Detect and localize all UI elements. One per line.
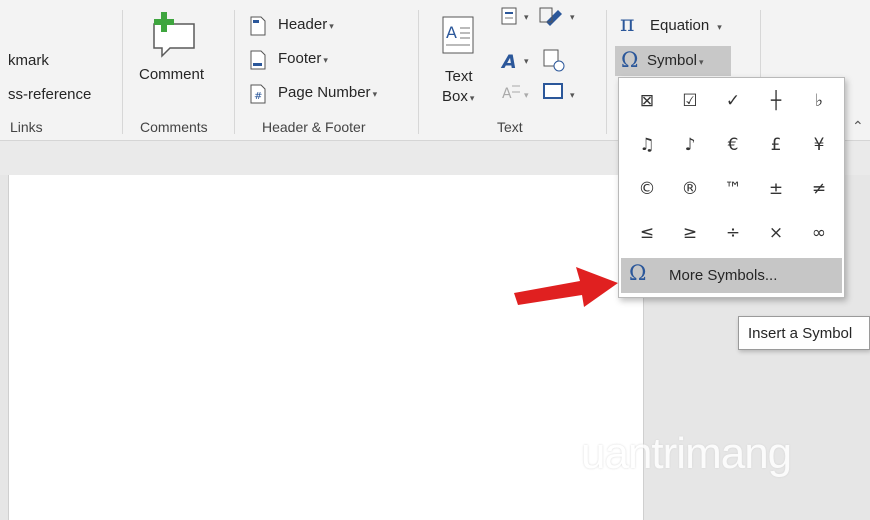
watermark-logo-icon [517, 427, 578, 488]
more-symbols-item[interactable]: Ω More Symbols... [621, 258, 842, 293]
equation-button[interactable]: π Equation ▾ [620, 12, 750, 40]
text-box-button[interactable]: A Text Box ▾ [436, 14, 486, 114]
equation-label: Equation ▾ [650, 17, 722, 34]
footer-icon [250, 50, 266, 70]
text-box-icon: A [442, 16, 474, 54]
symbol-registered[interactable]: ® [670, 169, 710, 209]
more-symbols-label: More Symbols... [669, 267, 778, 284]
text-box-label-line2: Box ▾ [442, 88, 475, 105]
symbol-division[interactable]: ÷ [713, 213, 753, 253]
comments-group-label: Comments [140, 119, 208, 135]
pi-icon: π [620, 12, 635, 37]
text-group-label: Text [497, 119, 523, 135]
svg-text:▾: ▾ [570, 12, 575, 22]
red-arrow-icon [514, 267, 618, 307]
links-group-label: Links [10, 119, 43, 135]
symbol-copyright[interactable]: © [627, 169, 667, 209]
symbol-not-equal[interactable]: ≠ [799, 169, 839, 209]
text-tools-icons[interactable]: ▾ ▾ A ▾ A ▾ ▾ [500, 6, 590, 106]
comment-label: Comment [139, 66, 205, 83]
footer-button[interactable]: Footer ▾ [250, 48, 360, 72]
symbol-infinity[interactable]: ∞ [799, 213, 839, 253]
svg-text:A: A [500, 51, 517, 73]
footer-label: Footer ▾ [278, 50, 328, 67]
new-comment-icon [153, 12, 195, 58]
collapse-ribbon-icon[interactable]: ⌃ [852, 118, 864, 135]
symbol-beamed-notes[interactable]: ♫ [627, 125, 667, 165]
comment-button[interactable]: Comment [133, 8, 225, 90]
symbol-less-equal[interactable]: ≤ [627, 213, 667, 253]
watermark: uantrimang [515, 425, 845, 495]
symbol-box-cross[interactable]: ┼ [756, 81, 796, 121]
text-box-label-line1: Text [445, 68, 473, 85]
group-separator [234, 10, 235, 134]
symbol-checkbox-checked[interactable]: ☑ [670, 81, 710, 121]
symbol-plus-minus[interactable]: ± [756, 169, 796, 209]
symbol-euro[interactable]: € [713, 125, 753, 165]
symbol-multiplication[interactable]: × [756, 213, 796, 253]
header-icon [250, 16, 266, 36]
cross-reference-button[interactable]: ss-reference [8, 86, 91, 103]
bookmark-button[interactable]: kmark [8, 52, 49, 69]
svg-text:▾: ▾ [524, 90, 529, 100]
symbol-button[interactable]: Ω Symbol ▾ [615, 46, 731, 76]
svg-text:▾: ▾ [524, 12, 529, 22]
svg-text:▾: ▾ [524, 56, 529, 66]
symbol-flat-sign[interactable]: ♭ [799, 81, 839, 121]
svg-text:A: A [502, 86, 512, 102]
page-number-button[interactable]: # Page Number ▾ [250, 82, 400, 106]
symbol-checkbox-crossed[interactable]: ⊠ [627, 81, 667, 121]
group-separator [606, 10, 607, 134]
symbol-yen[interactable]: ¥ [799, 125, 839, 165]
watermark-text: uantrimang [581, 429, 792, 478]
symbol-eighth-note[interactable]: ♪ [670, 125, 710, 165]
svg-text:▾: ▾ [570, 90, 575, 100]
symbol-trademark[interactable]: ™ [713, 169, 753, 209]
symbol-dropdown-menu: ⊠ ☑ ✓ ┼ ♭ ♫ ♪ € £ ¥ © ® ™ ± ≠ ≤ ≥ ÷ × ∞ Ω More Symbols... [618, 77, 845, 298]
tooltip: Insert a Symbol [738, 316, 870, 350]
page-number-icon: # [250, 84, 266, 104]
group-separator [418, 10, 419, 134]
group-separator [122, 10, 123, 134]
symbol-pound[interactable]: £ [756, 125, 796, 165]
omega-icon: Ω [629, 261, 647, 285]
svg-text:#: # [254, 91, 262, 102]
header-label: Header ▾ [278, 16, 334, 33]
symbol-greater-equal[interactable]: ≥ [670, 213, 710, 253]
symbol-check-mark[interactable]: ✓ [713, 81, 753, 121]
header-footer-group-label: Header & Footer [262, 119, 366, 135]
header-button[interactable]: Header ▾ [250, 14, 360, 38]
page-number-label: Page Number ▾ [278, 84, 378, 101]
svg-text:A: A [446, 23, 457, 42]
omega-icon: Ω [621, 48, 639, 72]
symbol-label: Symbol ▾ [647, 52, 704, 69]
